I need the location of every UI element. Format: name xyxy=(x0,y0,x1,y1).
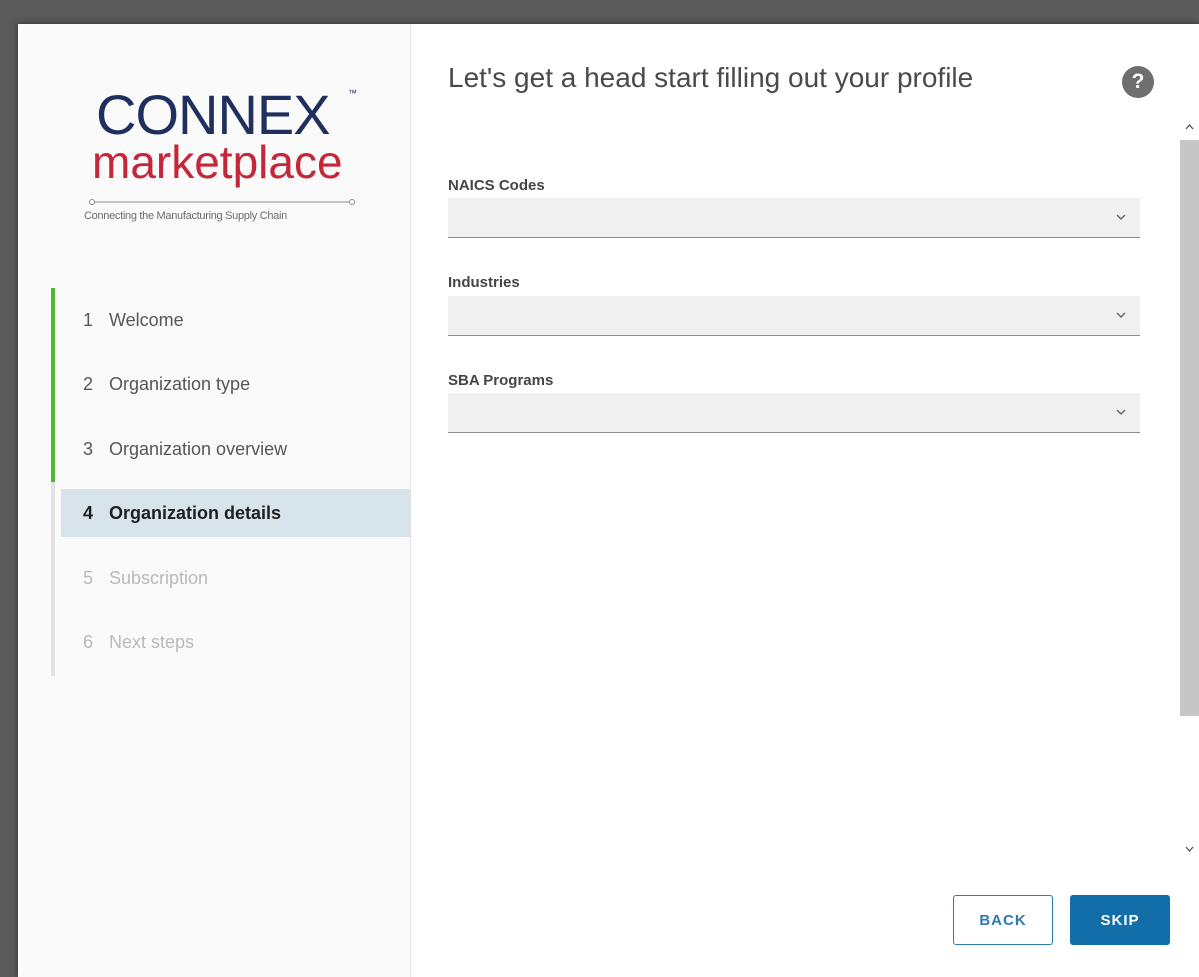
step-subscription: 5 Subscription xyxy=(61,554,410,602)
step-number: 6 xyxy=(83,631,94,652)
vertical-scrollbar[interactable] xyxy=(1180,118,1199,860)
step-organization-type[interactable]: 2 Organization type xyxy=(61,360,410,408)
industries-label: Industries xyxy=(448,274,520,291)
skip-button[interactable]: SKIP xyxy=(1070,895,1170,945)
chevron-down-icon xyxy=(1116,214,1126,220)
sba-programs-label: SBA Programs xyxy=(448,372,554,389)
step-label: Organization details xyxy=(109,502,282,523)
chevron-up-icon[interactable] xyxy=(1182,120,1197,134)
logo-connector-line xyxy=(89,199,355,205)
step-label: Welcome xyxy=(109,309,184,330)
help-icon[interactable]: ? xyxy=(1122,66,1154,98)
step-label: Next steps xyxy=(109,631,195,652)
step-organization-details[interactable]: 4 Organization details xyxy=(61,489,410,537)
step-welcome[interactable]: 1 Welcome xyxy=(61,296,410,344)
chevron-down-icon xyxy=(1116,312,1126,318)
step-label: Organization overview xyxy=(109,438,288,459)
onboarding-dialog: CONNEX ™ marketplace Connecting the Manu… xyxy=(18,24,1199,977)
step-next-steps: 6 Next steps xyxy=(61,618,410,666)
sba-programs-select[interactable] xyxy=(448,393,1140,433)
main-content: Let's get a head start filling out your … xyxy=(410,24,1199,977)
chevron-down-icon[interactable] xyxy=(1182,842,1197,856)
progress-fill xyxy=(51,288,55,482)
step-number: 5 xyxy=(83,567,94,588)
naics-codes-label: NAICS Codes xyxy=(448,177,545,194)
step-label: Subscription xyxy=(109,567,209,588)
naics-codes-select[interactable] xyxy=(448,198,1140,238)
industries-select[interactable] xyxy=(448,296,1140,336)
step-number: 1 xyxy=(83,309,94,330)
step-label: Organization type xyxy=(109,373,251,394)
step-number: 2 xyxy=(83,373,94,394)
chevron-down-icon xyxy=(1116,409,1126,415)
scrollbar-thumb[interactable] xyxy=(1180,140,1199,716)
logo-trademark: ™ xyxy=(348,88,357,98)
back-button[interactable]: BACK xyxy=(953,895,1053,945)
step-organization-overview[interactable]: 3 Organization overview xyxy=(61,425,410,473)
page-title: Let's get a head start filling out your … xyxy=(448,62,974,93)
logo-tagline: Connecting the Manufacturing Supply Chai… xyxy=(84,210,287,222)
step-number: 3 xyxy=(83,438,94,459)
logo-subbrand: marketplace xyxy=(92,136,343,188)
step-number: 4 xyxy=(83,502,94,523)
sidebar: CONNEX ™ marketplace Connecting the Manu… xyxy=(18,24,411,977)
connex-logo: CONNEX ™ marketplace Connecting the Manu… xyxy=(84,84,374,234)
